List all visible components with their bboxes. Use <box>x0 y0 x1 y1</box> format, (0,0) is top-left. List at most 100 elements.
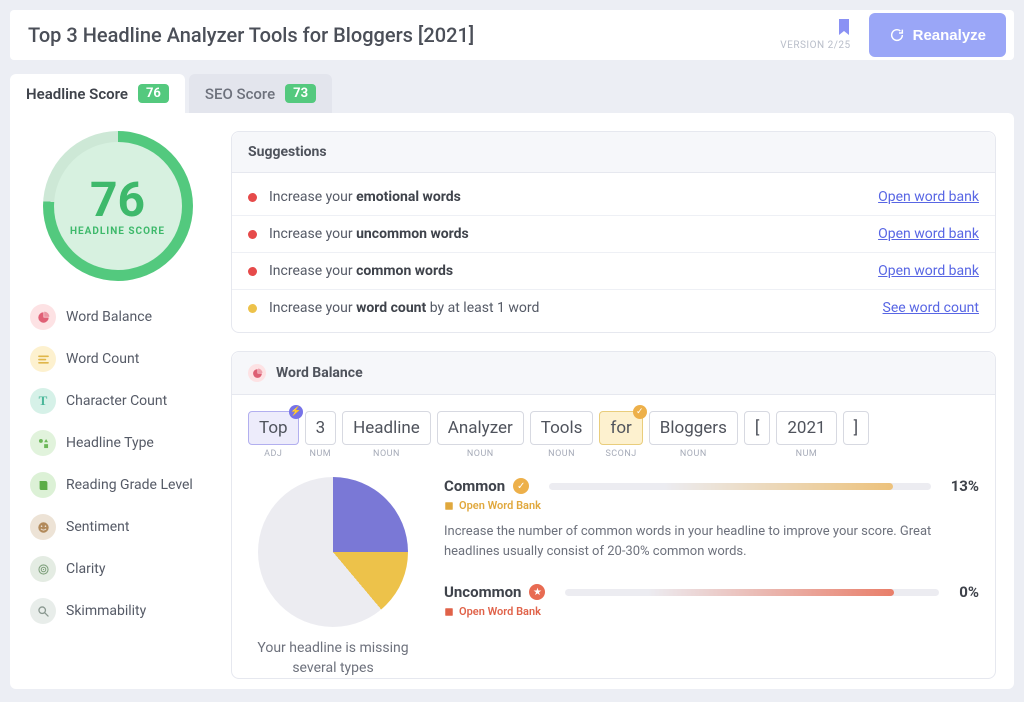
tab-score-badge: 73 <box>285 84 316 103</box>
word-balance-pie-column: Your headline is missing several types <box>248 477 418 678</box>
check-icon: ✓ <box>633 405 647 419</box>
open-word-bank-link[interactable]: Open Word Bank <box>444 605 979 618</box>
suggestions-list: Increase your emotional words Open word … <box>232 173 995 332</box>
header-meta: VERSION 2/25 <box>780 19 858 51</box>
breakdown-bar <box>549 483 931 490</box>
left-column: 76 HEADLINE SCORE Word Balance Word Coun… <box>10 131 225 689</box>
sidebar-item-label: Reading Grade Level <box>66 477 193 493</box>
breakdown-title: Common <box>444 477 505 495</box>
sidebar-item-label: Skimmability <box>66 603 146 619</box>
pie-caption: Your headline is missing several types <box>248 639 418 678</box>
word-balance-breakdown: Common ✓ 13% Open Word Bank Increase the… <box>444 477 979 678</box>
search-icon <box>30 598 56 624</box>
right-column: Suggestions Increase your emotional word… <box>225 131 1014 689</box>
breakdown-uncommon: Uncommon ★ 0% Open Word Bank <box>444 583 979 618</box>
target-icon <box>30 556 56 582</box>
reanalyze-label: Reanalyze <box>913 27 986 44</box>
sidebar-item-skimmability[interactable]: Skimmability <box>26 593 215 629</box>
open-word-bank-link[interactable]: Open Word Bank <box>444 499 979 512</box>
status-dot-icon <box>248 304 257 313</box>
sidebar-item-clarity[interactable]: Clarity <box>26 551 215 587</box>
smile-icon <box>30 514 56 540</box>
suggestion-text: Increase your emotional words <box>269 189 866 205</box>
pie-icon <box>30 304 56 330</box>
tab-label: Headline Score <box>26 85 128 103</box>
tab-headline-score[interactable]: Headline Score 76 <box>10 74 185 113</box>
word-balance-card: Word Balance ⚡ Top ADJ 3 NUM Headline NO… <box>231 351 996 679</box>
breakdown-percent: 0% <box>959 583 979 601</box>
sidebar-item-label: Character Count <box>66 393 167 409</box>
status-dot-icon <box>248 230 257 239</box>
token: Bloggers NOUN <box>649 411 738 459</box>
headline-title: Top 3 Headline Analyzer Tools for Blogge… <box>28 23 780 47</box>
breakdown-common: Common ✓ 13% Open Word Bank Increase the… <box>444 477 979 561</box>
breakdown-bar <box>565 589 939 596</box>
sidebar-item-label: Word Balance <box>66 309 152 325</box>
score-tabs: Headline Score 76 SEO Score 73 <box>10 74 1014 113</box>
sidebar-item-headline-type[interactable]: Headline Type <box>26 425 215 461</box>
suggestion-row: Increase your word count by at least 1 w… <box>232 289 995 326</box>
breakdown-percent: 13% <box>951 477 979 495</box>
suggestion-text: Increase your word count by at least 1 w… <box>269 300 871 316</box>
status-dot-icon <box>248 193 257 202</box>
check-icon: ✓ <box>513 478 529 494</box>
suggestions-card: Suggestions Increase your emotional word… <box>231 131 996 333</box>
tab-label: SEO Score <box>205 85 275 103</box>
suggestion-row: Increase your common words Open word ban… <box>232 252 995 289</box>
sidebar-item-word-balance[interactable]: Word Balance <box>26 299 215 335</box>
book-icon <box>444 607 454 617</box>
token: 2021 NUM <box>776 411 836 459</box>
book-icon <box>444 501 454 511</box>
score-caption: HEADLINE SCORE <box>70 226 165 237</box>
suggestion-row: Increase your emotional words Open word … <box>232 179 995 215</box>
shapes-icon <box>30 430 56 456</box>
token: Headline NOUN <box>342 411 431 459</box>
token: Analyzer NOUN <box>437 411 524 459</box>
open-word-bank-link[interactable]: Open word bank <box>878 226 979 242</box>
card-title: Word Balance <box>276 365 363 381</box>
headline-score-gauge: 76 HEADLINE SCORE <box>43 131 193 281</box>
token: Tools NOUN <box>530 411 594 459</box>
word-balance-body: Your headline is missing several types C… <box>232 467 995 678</box>
main-panel: 76 HEADLINE SCORE Word Balance Word Coun… <box>10 113 1014 689</box>
open-word-bank-link[interactable]: Open word bank <box>878 263 979 279</box>
bolt-icon: ⚡ <box>289 405 303 419</box>
tab-seo-score[interactable]: SEO Score 73 <box>189 74 332 113</box>
sidebar-item-label: Clarity <box>66 561 105 577</box>
open-word-bank-link[interactable]: Open word bank <box>878 189 979 205</box>
sidebar-item-word-count[interactable]: Word Count <box>26 341 215 377</box>
header-bar: Top 3 Headline Analyzer Tools for Blogge… <box>10 10 1014 60</box>
word-balance-header: Word Balance <box>232 352 995 395</box>
token: ✓ for SCONJ <box>599 411 642 459</box>
suggestion-text: Increase your common words <box>269 263 866 279</box>
suggestions-header: Suggestions <box>232 132 995 173</box>
sidebar-item-label: Headline Type <box>66 435 154 451</box>
pie-icon <box>248 364 266 382</box>
token: [ <box>744 411 771 449</box>
word-balance-pie-chart <box>258 477 408 627</box>
score-value: 76 <box>90 176 145 224</box>
card-title: Suggestions <box>248 144 327 160</box>
tab-score-badge: 76 <box>138 84 169 103</box>
book-icon <box>30 472 56 498</box>
sidebar-item-label: Sentiment <box>66 519 129 535</box>
sidebar-item-label: Word Count <box>66 351 139 367</box>
sidebar-item-reading-grade[interactable]: Reading Grade Level <box>26 467 215 503</box>
token: ⚡ Top ADJ <box>248 411 299 459</box>
bookmark-icon[interactable] <box>837 19 851 38</box>
reanalyze-button[interactable]: Reanalyze <box>869 13 1006 57</box>
see-word-count-link[interactable]: See word count <box>883 300 979 316</box>
breakdown-title: Uncommon <box>444 583 521 601</box>
type-icon: T <box>30 388 56 414</box>
sidebar-item-character-count[interactable]: T Character Count <box>26 383 215 419</box>
token: ] <box>843 411 870 449</box>
headline-tokens: ⚡ Top ADJ 3 NUM Headline NOUN Analyzer N… <box>232 395 995 467</box>
lines-icon <box>30 346 56 372</box>
refresh-icon <box>889 27 905 43</box>
suggestion-text: Increase your uncommon words <box>269 226 866 242</box>
token: 3 NUM <box>305 411 337 459</box>
version-label: VERSION 2/25 <box>780 40 850 51</box>
section-nav: Word Balance Word Count T Character Coun… <box>20 299 215 629</box>
status-dot-icon <box>248 267 257 276</box>
sidebar-item-sentiment[interactable]: Sentiment <box>26 509 215 545</box>
